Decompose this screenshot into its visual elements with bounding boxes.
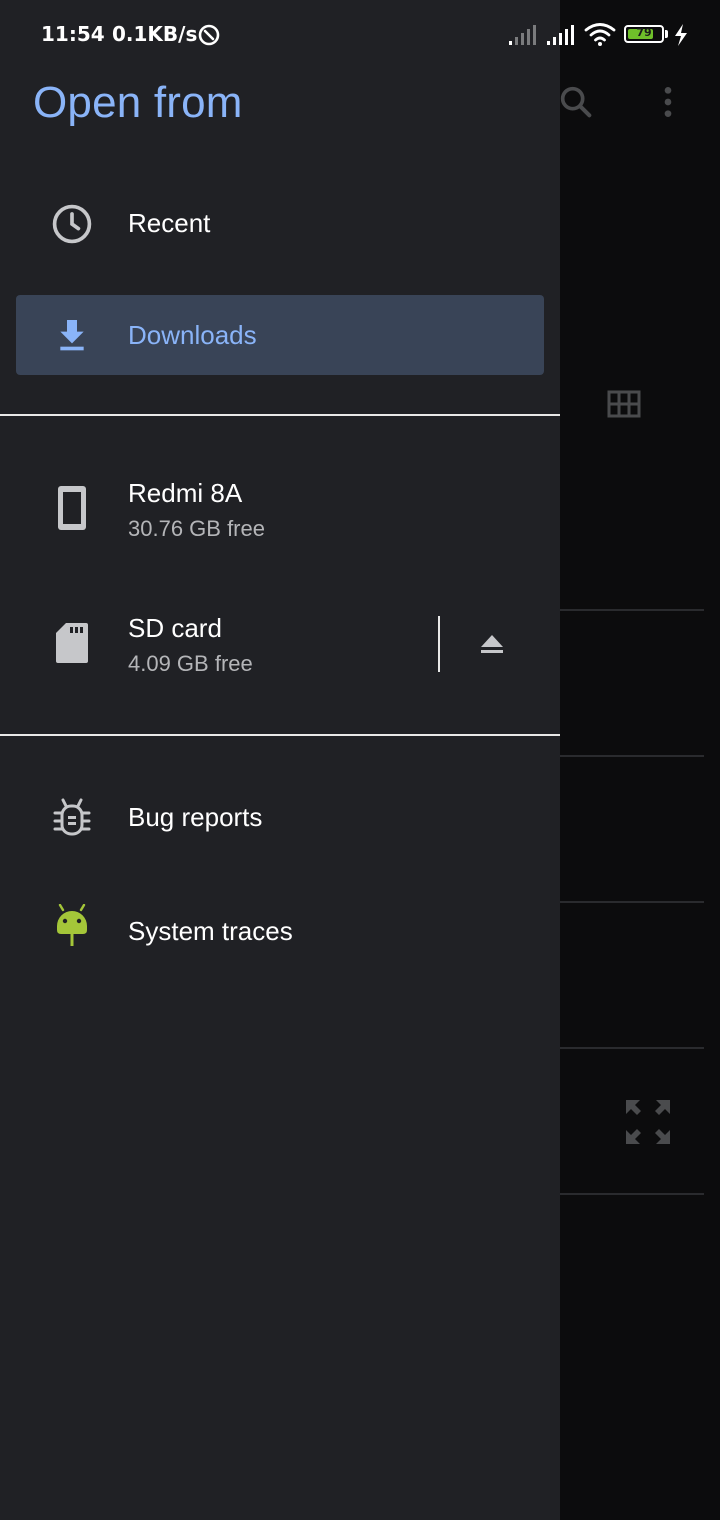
network-speed: 0.1KB/s <box>112 22 198 46</box>
free-space-text: 30.76 GB free <box>128 516 265 541</box>
list-divider <box>560 1193 704 1195</box>
signal-2-icon <box>547 25 574 45</box>
section-divider <box>0 414 560 416</box>
phone-icon <box>48 484 96 532</box>
drawer-title: Open from <box>33 78 243 127</box>
battery-level-text: 79 <box>636 26 652 39</box>
eject-button[interactable] <box>468 620 516 668</box>
list-divider <box>560 755 704 757</box>
download-icon <box>48 311 96 359</box>
fullscreen-icon[interactable] <box>624 1098 672 1146</box>
battery-icon: 79 <box>624 25 664 43</box>
signal-1-icon <box>509 25 536 45</box>
nav-item-label: Downloads <box>128 320 257 350</box>
nav-item-downloads[interactable]: Downloads <box>16 295 544 375</box>
search-icon[interactable] <box>556 82 596 122</box>
wifi-icon <box>584 23 616 46</box>
battery-cap <box>665 30 668 38</box>
status-time: 11:54 <box>41 22 105 46</box>
nav-item-label: Recent <box>128 208 211 238</box>
list-divider <box>560 901 704 903</box>
list-divider <box>560 1047 704 1049</box>
status-bar: 11:54 0.1KB/s 79 <box>0 0 720 70</box>
nav-item-label: Redmi 8A <box>128 478 243 508</box>
data-saver-icon <box>198 24 220 46</box>
nav-item-sd-card[interactable]: SD card 4.09 GB free <box>16 603 544 693</box>
nav-item-label: SD card <box>128 613 222 643</box>
eject-separator <box>438 616 440 672</box>
nav-item-internal-storage[interactable]: Redmi 8A 30.76 GB free <box>16 468 544 558</box>
nav-item-recent[interactable]: Recent <box>16 184 544 264</box>
navigation-drawer: Open from Recent Downloads Redmi 8A 30.7… <box>0 0 560 1520</box>
android-icon <box>48 904 96 952</box>
sd-card-icon <box>48 619 96 667</box>
more-vert-icon[interactable] <box>648 82 688 122</box>
bug-icon <box>48 794 96 842</box>
charging-icon <box>675 24 687 46</box>
list-divider <box>560 609 704 611</box>
eject-icon <box>481 635 503 653</box>
nav-item-bug-reports[interactable]: Bug reports <box>16 778 544 858</box>
nav-item-label: System traces <box>128 916 293 946</box>
nav-item-label: Bug reports <box>128 802 263 832</box>
free-space-text: 4.09 GB free <box>128 651 253 676</box>
grid-view-icon[interactable] <box>604 386 644 422</box>
nav-item-system-traces[interactable]: System traces <box>16 890 544 970</box>
clock-icon <box>48 200 96 248</box>
screen: Open from Recent Downloads Redmi 8A 30.7… <box>0 0 720 1520</box>
section-divider <box>0 734 560 736</box>
